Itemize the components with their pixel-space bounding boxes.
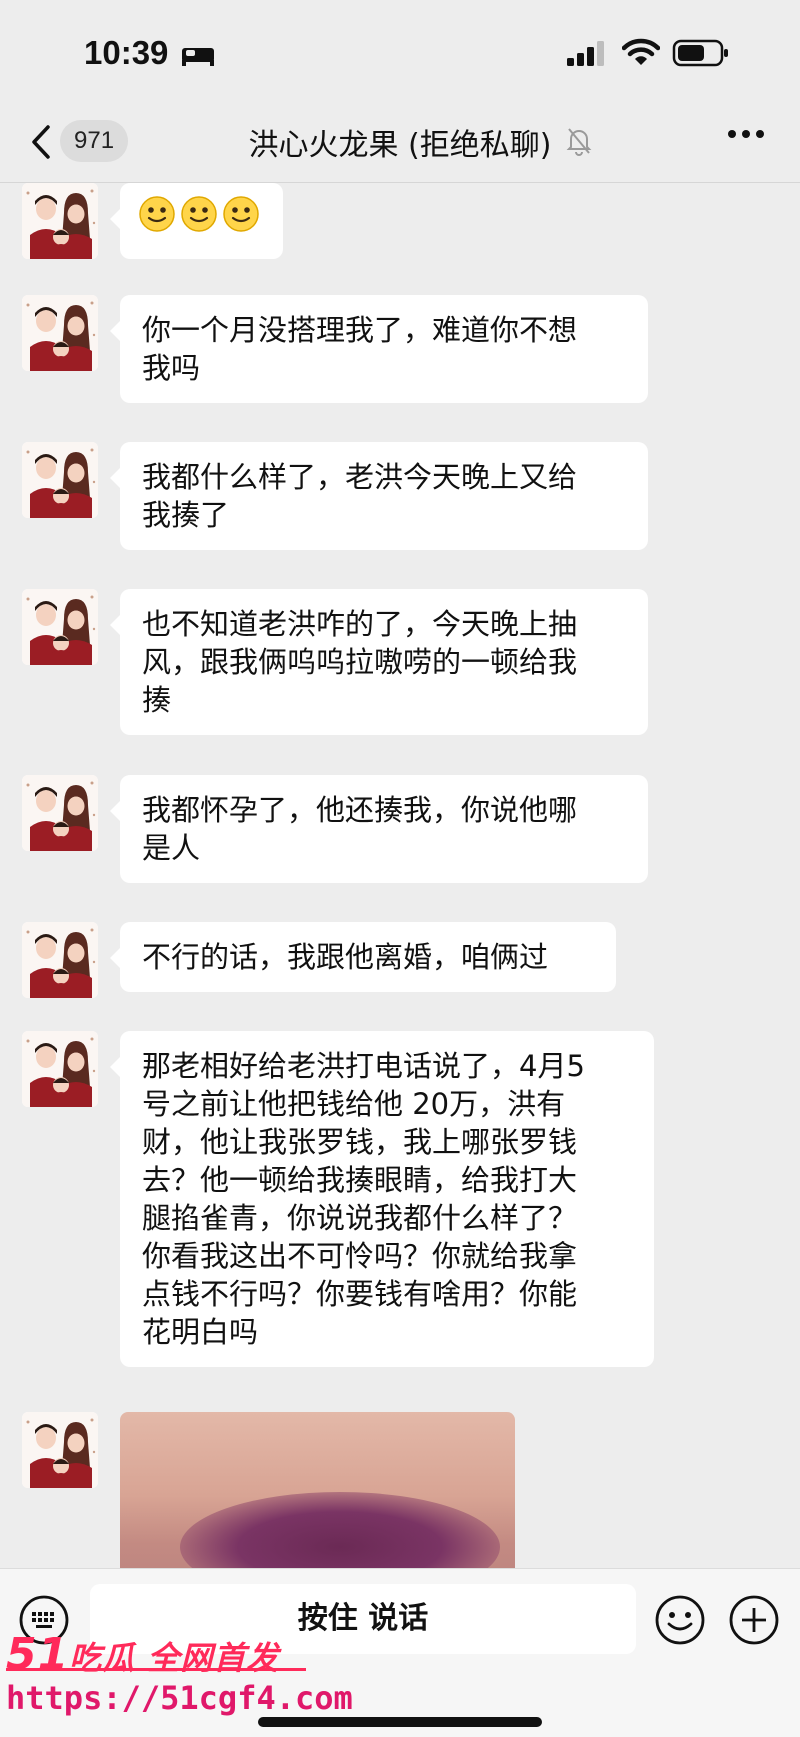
message-line: 不行的话，我跟他离婚，咱俩过 [142, 940, 549, 974]
contact-avatar[interactable] [22, 922, 98, 998]
message-bubble[interactable]: 你一个月没搭理我了，难道你不想 我吗 [110, 295, 648, 403]
home-indicator [258, 1717, 542, 1727]
bruise-image [180, 1492, 500, 1568]
watermark-url: https://51cgf4.com [6, 1679, 353, 1717]
message-line: 我都怀孕了，他还揍我，你说他哪 [142, 793, 578, 827]
contact-avatar[interactable] [22, 1031, 98, 1107]
battery-icon [672, 39, 728, 67]
smile-emoji-icon [180, 195, 218, 242]
contact-avatar[interactable] [22, 775, 98, 851]
message-line: 那老相好给老洪打电话说了，4月5 [142, 1049, 585, 1083]
message-bubble[interactable]: 我都什么样了，老洪今天晚上又给 我揍了 [110, 442, 648, 550]
contact-avatar[interactable] [22, 183, 98, 259]
mute-bell-icon [566, 128, 592, 156]
message-line: 揍 [142, 683, 172, 717]
watermark-underline [6, 1668, 306, 1671]
contact-avatar[interactable] [22, 589, 98, 665]
message-line: 我都什么样了，老洪今天晚上又给 [142, 460, 578, 494]
watermark-brand-number: 51 [6, 1629, 70, 1680]
contact-avatar[interactable] [22, 1412, 98, 1488]
message-line: 是人 [142, 831, 201, 865]
message-line: 财，他让我张罗钱，我上哪张罗钱 [142, 1125, 578, 1159]
message-bubble[interactable]: 那老相好给老洪打电话说了，4月5 号之前让他把钱给他 20万，洪有 财，他让我张… [110, 1031, 654, 1367]
status-time: 10:39 [84, 34, 169, 71]
message-line: 花明白吗 [142, 1315, 259, 1349]
smile-emoji-icon [222, 195, 260, 242]
chat-title: 洪心火龙果 (拒绝私聊) [248, 128, 552, 163]
sleep-focus-icon [182, 48, 214, 66]
cellular-signal-icon [567, 41, 604, 66]
smile-emoji-icon [138, 195, 176, 242]
message-bubble[interactable]: 不行的话，我跟他离婚，咱俩过 [110, 922, 616, 992]
photo-message[interactable] [120, 1412, 515, 1568]
message-line: 你看我这出不可怜吗？你就给我拿 [142, 1239, 578, 1273]
wifi-icon [622, 38, 660, 65]
message-line: 点钱不行吗？你要钱有啥用？你能 [142, 1277, 578, 1311]
message-line: 腿掐雀青，你说说我都什么样了？ [142, 1201, 578, 1235]
message-line: 风，跟我俩呜呜拉嗷唠的一顿给我 [142, 645, 578, 679]
input-bar: 按住 说话 51吃瓜 全网首发 https://51cgf4.com [0, 1568, 800, 1737]
message-bubble[interactable]: 也不知道老洪咋的了，今天晚上抽 风，跟我俩呜呜拉嗷唠的一顿给我 揍 [110, 589, 648, 735]
watermark-brand-text: 吃瓜 全网首发 [69, 1639, 280, 1677]
contact-avatar[interactable] [22, 442, 98, 518]
message-line: 你一个月没搭理我了，难道你不想 [142, 313, 578, 347]
message-list[interactable]: 你一个月没搭理我了，难道你不想 我吗 我都什么样了，老洪今天晚上又给 我揍了 也… [0, 183, 800, 1568]
message-bubble[interactable]: 我都怀孕了，他还揍我，你说他哪 是人 [110, 775, 648, 883]
more-options-icon[interactable] [726, 128, 766, 140]
emoji-row [138, 193, 265, 242]
message-line: 我吗 [142, 351, 201, 385]
message-line: 去？他一顿给我揍眼睛，给我打大 [142, 1163, 578, 1197]
message-bubble[interactable] [110, 183, 283, 259]
contact-avatar[interactable] [22, 295, 98, 371]
add-more-icon[interactable] [728, 1594, 780, 1646]
emoji-picker-icon[interactable] [654, 1594, 706, 1646]
message-line: 号之前让他把钱给他 20万，洪有 [142, 1087, 566, 1121]
message-line: 也不知道老洪咋的了，今天晚上抽 [142, 607, 578, 641]
status-bar: 10:39 [0, 0, 800, 100]
message-line: 我揍了 [142, 498, 230, 532]
watermark-brand: 51吃瓜 全网首发 [6, 1629, 279, 1680]
chat-header: 971 洪心火龙果 (拒绝私聊) [0, 100, 800, 183]
